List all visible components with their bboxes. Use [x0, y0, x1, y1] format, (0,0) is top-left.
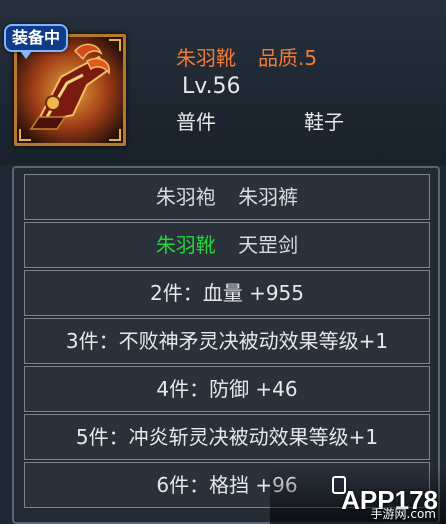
item-category: 普件: [176, 110, 216, 134]
item-header-panel: 装备中 朱羽靴 品质.5 Lv.56 普件 鞋子: [0, 0, 446, 165]
set-piece[interactable]: 天罡剑: [238, 223, 298, 267]
site-watermark: APP178 手游网.com: [270, 466, 446, 524]
red-feather-boots-icon: [17, 37, 123, 143]
set-piece[interactable]: 朱羽袍: [156, 175, 216, 219]
item-slot: 鞋子: [304, 110, 344, 134]
set-bonus-row: 5件：冲炎斩灵决被动效果等级+1: [24, 414, 430, 460]
set-bonus-text: 5件：冲炎斩灵决被动效果等级+1: [75, 425, 379, 449]
item-quality: 品质.5: [258, 46, 318, 70]
set-piece[interactable]: 朱羽裤: [238, 175, 298, 219]
frame-corner: [19, 129, 31, 141]
set-bonus-text: 4件：防御 +46: [156, 377, 298, 401]
set-bonus-row: 4件：防御 +46: [24, 366, 430, 412]
watermark-subtitle: 手游网.com: [370, 507, 436, 521]
set-pieces-row: 朱羽靴 天罡剑: [24, 222, 430, 268]
set-bonus-text: 3件：不败神矛灵决被动效果等级+1: [65, 329, 389, 353]
item-level: Lv.56: [182, 74, 241, 99]
frame-corner: [109, 39, 121, 51]
item-name: 朱羽靴: [176, 46, 236, 70]
set-bonus-row: 2件：血量 +955: [24, 270, 430, 316]
set-piece-owned[interactable]: 朱羽靴: [156, 223, 216, 267]
frame-corner: [109, 129, 121, 141]
set-bonus-row: 3件：不败神矛灵决被动效果等级+1: [24, 318, 430, 364]
equipped-badge: 装备中: [4, 24, 69, 59]
set-pieces-row: 朱羽袍 朱羽裤: [24, 174, 430, 220]
set-bonus-text: 2件：血量 +955: [149, 281, 304, 305]
